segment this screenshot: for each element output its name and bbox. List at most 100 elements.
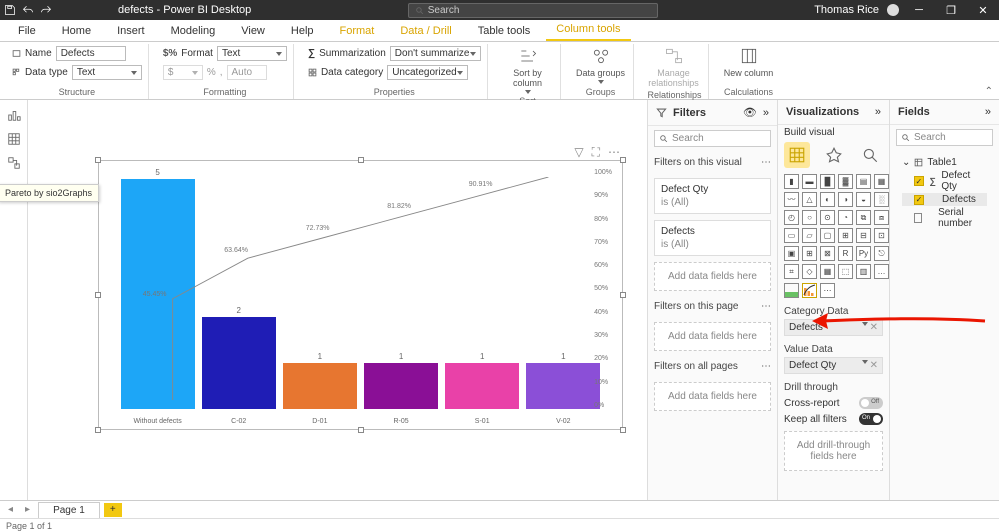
redo-icon[interactable] [40,4,52,16]
viz-icon[interactable]: ▣ [784,246,799,261]
bar[interactable] [526,363,600,409]
viz-custom1[interactable] [784,283,799,298]
visual-filter-drop[interactable]: Add data fields here [654,262,771,291]
cross-report-toggle[interactable]: Off [859,397,883,409]
page-filter-drop[interactable]: Add data fields here [654,322,771,351]
window-minimize[interactable]: ─ [907,4,931,16]
decimals-input[interactable]: Auto [227,65,267,80]
viz-icon[interactable]: ◐ [820,192,835,207]
viz-icon[interactable]: △ [802,192,817,207]
keep-filters-toggle[interactable]: On [859,413,883,425]
tab-format[interactable]: Format [330,21,385,41]
section-menu-icon[interactable]: ⋯ [761,157,771,168]
window-close[interactable]: ✕ [971,4,995,17]
viz-icon[interactable]: ◒ [856,192,871,207]
page-tab-1[interactable]: Page 1 [38,502,100,518]
viz-icon[interactable]: ⊠ [820,246,835,261]
analytics-mode[interactable] [857,142,883,168]
report-canvas[interactable]: ▽ ⛶ ⋯ 521111 100%90%80%70%60%50%40%30%20… [28,100,647,500]
viz-get-more[interactable]: ⋯ [820,283,835,298]
table-node[interactable]: ⌄ Table1 [902,156,987,169]
viz-icon[interactable]: ◴ [784,210,799,225]
tab-modeling[interactable]: Modeling [161,21,226,41]
window-restore[interactable]: ❐ [939,4,963,17]
viz-icon[interactable]: ▬ [802,174,817,189]
viz-icon[interactable]: ▢ [820,228,835,243]
currency-btn[interactable]: $ [163,65,203,80]
data-view-icon[interactable] [7,132,21,146]
viz-icon[interactable]: ⊡ [874,228,889,243]
more-options-icon[interactable]: ⋯ [608,145,620,160]
viz-icon[interactable]: ◔ [838,210,853,225]
viz-icon[interactable]: █ [820,174,835,189]
tab-file[interactable]: File [8,21,46,41]
tab-home[interactable]: Home [52,21,101,41]
fields-search[interactable]: Search [896,129,993,146]
sort-by-column-button[interactable]: Sort by column [502,46,554,94]
field-checkbox[interactable] [914,213,922,223]
format-mode[interactable] [821,142,847,168]
tab-insert[interactable]: Insert [107,21,155,41]
add-page[interactable]: + [104,503,122,517]
collapse-filters-icon[interactable]: » [763,107,769,119]
viz-icon[interactable]: ▱ [802,228,817,243]
tab-view[interactable]: View [231,21,275,41]
viz-icon[interactable]: ⊟ [856,228,871,243]
all-filter-drop[interactable]: Add data fields here [654,382,771,411]
avatar[interactable] [887,4,899,16]
field-item[interactable]: Serial number [902,206,987,230]
undo-icon[interactable] [22,4,34,16]
filter-card-defects[interactable]: Defectsis (All) [654,220,771,256]
viz-icon[interactable]: ▓ [838,174,853,189]
bar[interactable] [445,363,519,409]
viz-icon[interactable]: ⊙ [820,210,835,225]
value-well[interactable]: Defect Qty ✕ [784,357,883,374]
category-well[interactable]: Defects ✕ [784,319,883,336]
summarization-select[interactable]: Don't summarize [390,46,481,61]
tab-table-tools[interactable]: Table tools [468,21,541,41]
viz-icon[interactable]: ░ [874,192,889,207]
percent-btn[interactable]: % [207,67,216,78]
viz-icon[interactable]: R [838,246,853,261]
viz-icon[interactable]: ○ [802,210,817,225]
format-select[interactable]: Text [217,46,287,61]
viz-icon[interactable]: ⧉ [856,210,871,225]
viz-icon[interactable]: ▥ [856,264,871,279]
filter-search[interactable]: Search [654,130,771,147]
viz-icon[interactable]: ⬚ [838,264,853,279]
filter-card-defectqty[interactable]: Defect Qtyis (All) [654,178,771,214]
user-name[interactable]: Thomas Rice [814,4,879,16]
viz-icon[interactable]: ⊞ [802,246,817,261]
viz-icon[interactable]: ▤ [856,174,871,189]
chart-visual[interactable]: ▽ ⛶ ⋯ 521111 100%90%80%70%60%50%40%30%20… [98,160,623,430]
show-filter-icon[interactable]: 👁 [743,106,757,119]
collapse-ribbon[interactable]: ⌃ [985,86,993,97]
tab-column-tools[interactable]: Column tools [546,19,630,41]
page-next[interactable]: ▸ [21,504,34,515]
page-prev[interactable]: ◂ [4,504,17,515]
viz-icon[interactable]: Py [856,246,871,261]
viz-icon[interactable]: ▭ [784,228,799,243]
manage-relationships-button[interactable]: Manage relationships [648,46,700,88]
viz-icon[interactable]: ◇ [802,264,817,279]
viz-icon[interactable]: ▮ [784,174,799,189]
viz-icon[interactable]: ⊞ [838,228,853,243]
viz-icon[interactable]: … [874,264,889,279]
field-item[interactable]: ✓∑Defect Qty [902,169,987,193]
viz-icon[interactable]: 〰 [784,192,799,207]
tab-data-drill[interactable]: Data / Drill [390,21,461,41]
build-mode[interactable] [784,142,810,168]
new-column-button[interactable]: New column [723,46,775,78]
report-view-icon[interactable] [7,108,21,122]
viz-icon[interactable]: ⎋ [874,246,889,261]
comma-btn[interactable]: , [220,67,223,78]
data-groups-button[interactable]: Data groups [575,46,627,84]
viz-icon[interactable]: ⧈ [874,210,889,225]
viz-icon[interactable]: ▦ [820,264,835,279]
bar[interactable] [283,363,357,409]
viz-icon[interactable]: ⌗ [784,264,799,279]
name-input[interactable]: Defects [56,46,126,61]
field-checkbox[interactable]: ✓ [914,195,924,205]
tab-help[interactable]: Help [281,21,324,41]
bar[interactable] [364,363,438,409]
